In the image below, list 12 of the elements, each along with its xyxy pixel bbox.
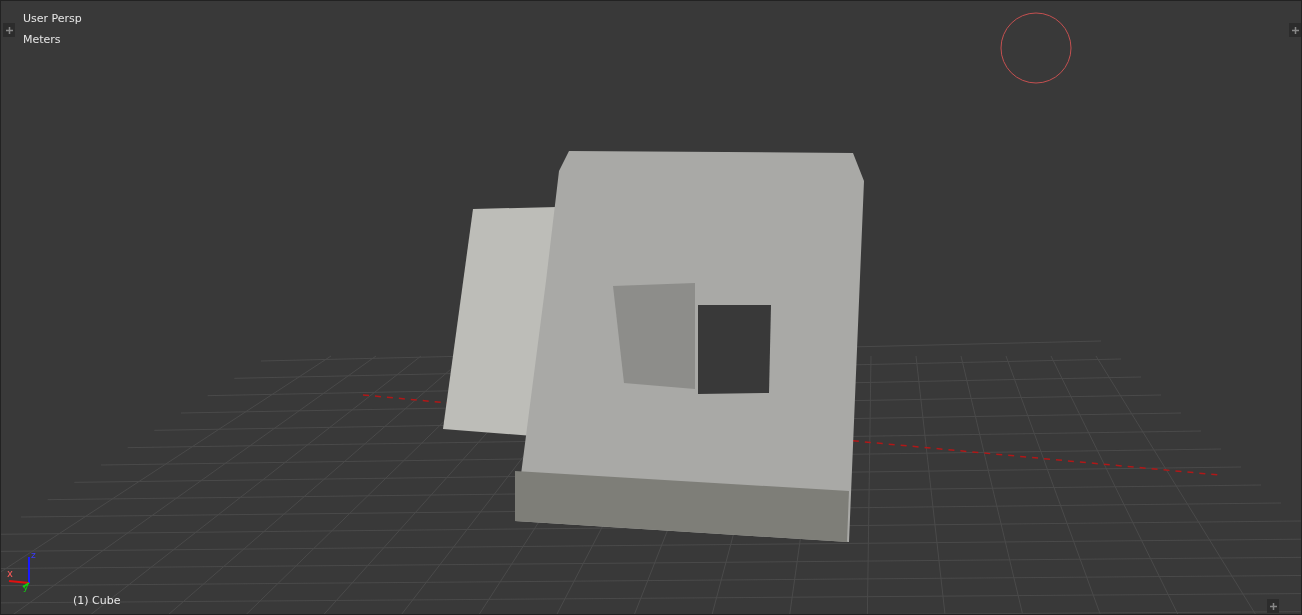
x-axis-label: x (7, 569, 13, 579)
expand-button[interactable] (3, 23, 15, 37)
expand-button[interactable] (1267, 599, 1279, 613)
object-name-label: (1) Cube (73, 593, 121, 609)
units-label: Meters (23, 31, 62, 48)
z-axis-label: z (31, 551, 36, 560)
expand-button[interactable] (1289, 23, 1301, 37)
view-name-label: User Persp (23, 11, 82, 27)
plus-icon (1291, 26, 1299, 34)
plus-icon (5, 26, 13, 34)
plus-icon (1269, 602, 1277, 610)
3d-cursor-icon (1000, 12, 1072, 84)
